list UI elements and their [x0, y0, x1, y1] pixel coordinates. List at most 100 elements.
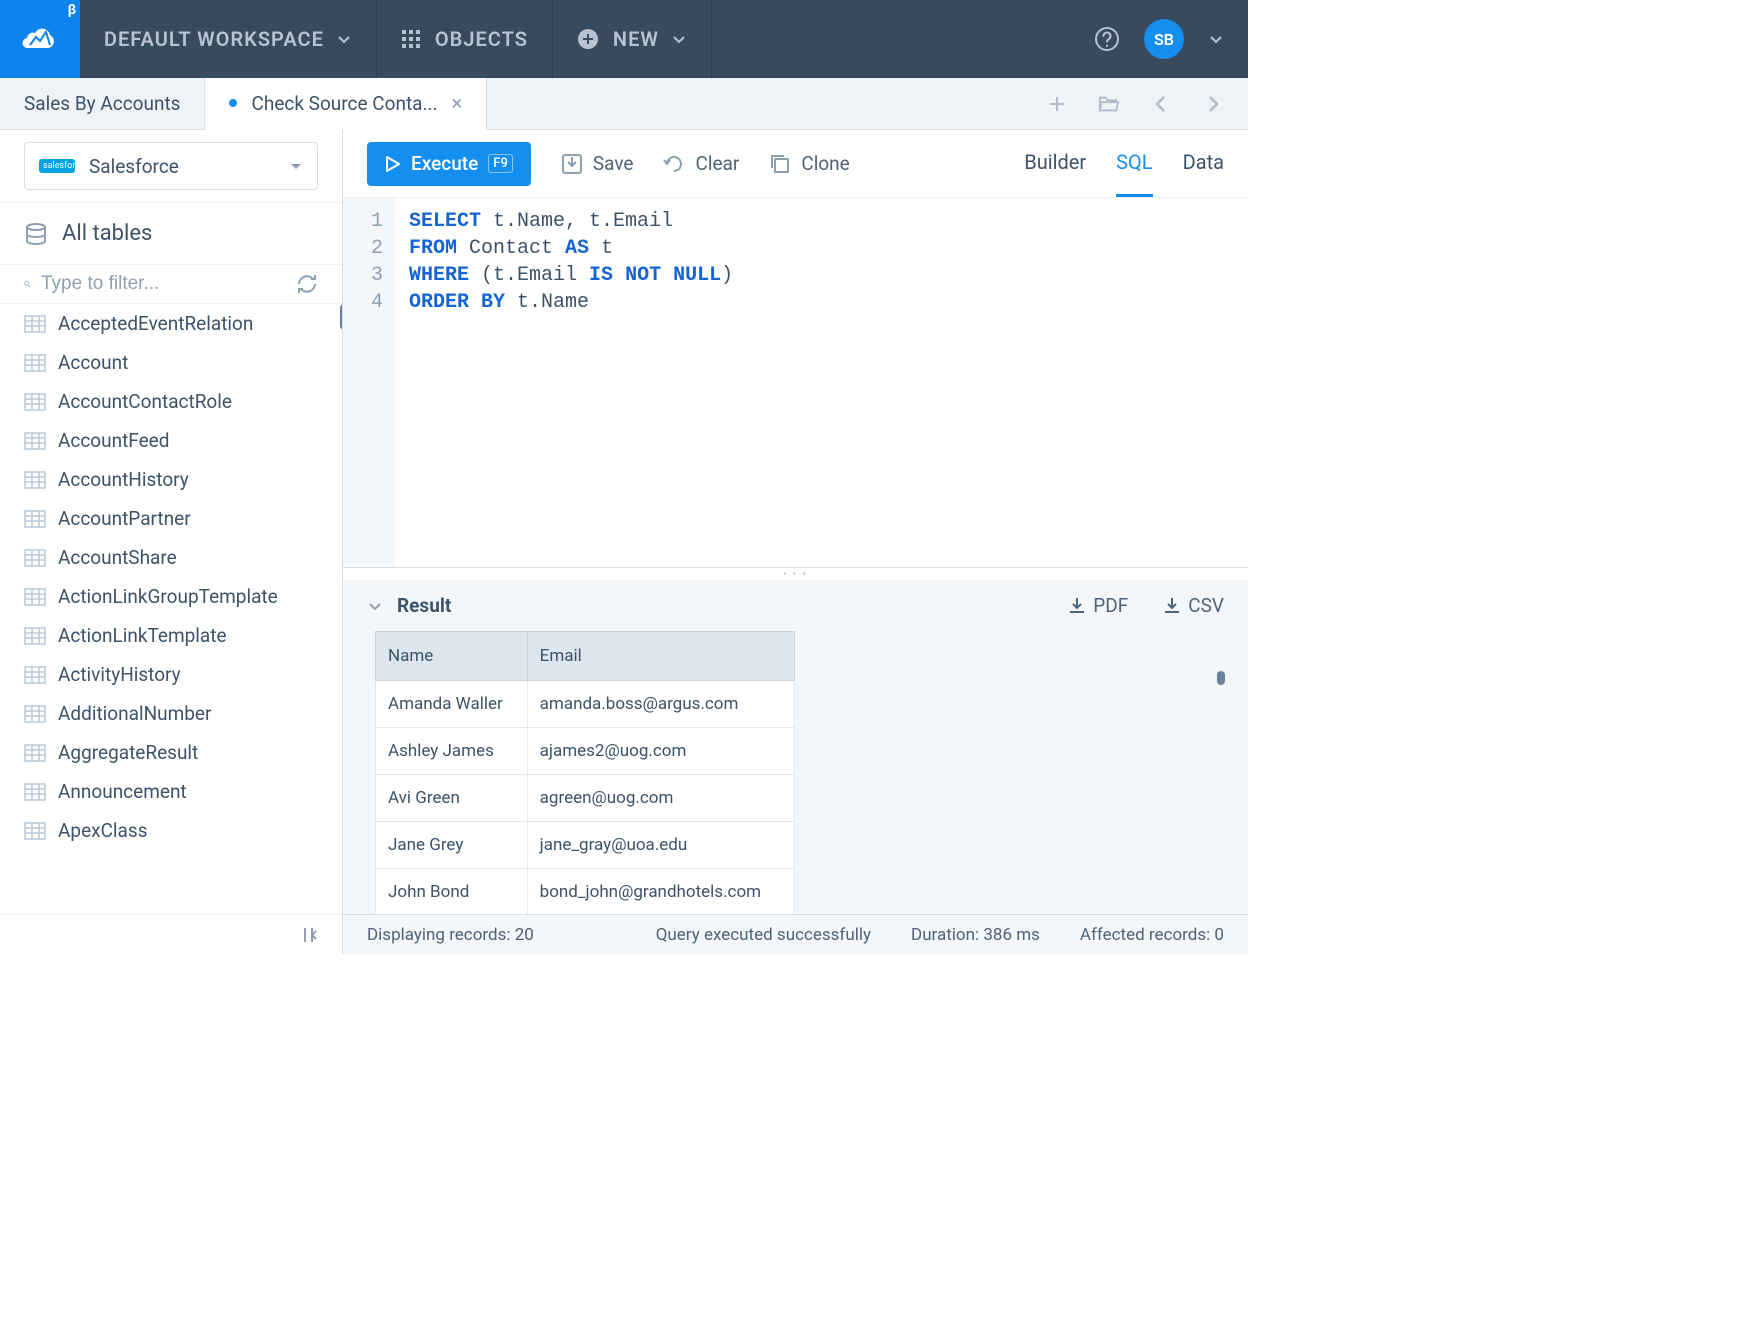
app-logo[interactable]: β: [0, 0, 80, 78]
all-tables-label: All tables: [62, 221, 152, 246]
table-cell[interactable]: Amanda Waller: [376, 681, 528, 728]
table-item[interactable]: Announcement: [0, 772, 342, 811]
table-icon: [24, 471, 46, 489]
status-bar: Displaying records: 20 Query executed su…: [343, 914, 1248, 954]
help-button[interactable]: [1094, 26, 1120, 52]
sidebar-collapse-button[interactable]: [0, 914, 342, 954]
table-item-label: AdditionalNumber: [58, 702, 211, 725]
table-filter-input[interactable]: [41, 273, 286, 295]
table-row[interactable]: Avi Greenagreen@uog.com: [376, 775, 795, 822]
open-folder-button[interactable]: [1098, 93, 1120, 115]
table-item[interactable]: AggregateResult: [0, 733, 342, 772]
mode-tab-sql[interactable]: SQL: [1116, 130, 1152, 197]
save-icon: [561, 153, 583, 175]
export-csv-button[interactable]: CSV: [1162, 594, 1224, 617]
clone-button[interactable]: Clone: [769, 152, 849, 175]
caret-down-icon: [289, 159, 303, 173]
help-icon: [1094, 26, 1120, 52]
tab-label: Check Source Conta...: [251, 92, 437, 115]
export-pdf-button[interactable]: PDF: [1067, 594, 1128, 617]
table-item[interactable]: ActionLinkGroupTemplate: [0, 577, 342, 616]
table-cell[interactable]: Jane Grey: [376, 822, 528, 869]
next-tab-button[interactable]: [1202, 93, 1224, 115]
table-cell[interactable]: ajames2@uog.com: [527, 728, 794, 775]
table-item[interactable]: ActivityHistory: [0, 655, 342, 694]
objects-button[interactable]: OBJECTS: [377, 0, 553, 78]
table-item[interactable]: AccountPartner: [0, 499, 342, 538]
table-item-label: ActivityHistory: [58, 663, 181, 686]
table-item-label: AccountContactRole: [58, 390, 232, 413]
clone-icon: [769, 153, 791, 175]
clear-button[interactable]: Clear: [663, 152, 739, 175]
export-pdf-label: PDF: [1093, 594, 1128, 617]
new-label: NEW: [613, 27, 659, 51]
execute-button[interactable]: Execute F9: [367, 142, 531, 186]
refresh-button[interactable]: [296, 273, 318, 295]
document-tab[interactable]: Sales By Accounts: [0, 78, 205, 129]
table-item-label: ActionLinkGroupTemplate: [58, 585, 278, 608]
result-panel: Result PDF CSV NameEmailAmanda Wallerama…: [343, 580, 1248, 954]
table-item[interactable]: AdditionalNumber: [0, 694, 342, 733]
column-header[interactable]: Email: [527, 632, 794, 681]
save-button[interactable]: Save: [561, 152, 634, 175]
table-item[interactable]: AcceptedEventRelation: [0, 304, 342, 343]
editor-code[interactable]: SELECT t.Name, t.Email FROM Contact AS t…: [395, 198, 1248, 567]
table-list[interactable]: AcceptedEventRelationAccount AccountConta…: [0, 304, 342, 914]
status-success: Query executed successfully: [656, 925, 871, 945]
all-tables-header[interactable]: All tables: [0, 203, 342, 264]
new-tab-button[interactable]: [1046, 93, 1068, 115]
table-icon: [24, 627, 46, 645]
plus-circle-icon: [577, 28, 599, 50]
table-icon: [24, 744, 46, 762]
main-panel: Execute F9 Save Clear Clone Builder SQL …: [343, 130, 1248, 954]
workspace-selector[interactable]: DEFAULT WORKSPACE: [80, 0, 377, 78]
table-item[interactable]: AccountFeed: [0, 421, 342, 460]
column-header[interactable]: Name: [376, 632, 528, 681]
table-cell[interactable]: jane_gray@uoa.edu: [527, 822, 794, 869]
mode-tab-data[interactable]: Data: [1183, 130, 1224, 197]
connection-selector[interactable]: salesforce Salesforce: [24, 142, 318, 190]
table-item[interactable]: ActionLinkTemplate: [0, 616, 342, 655]
chevron-down-icon[interactable]: [1208, 31, 1224, 47]
panel-resize-handle[interactable]: • • •: [343, 568, 1248, 580]
table-row[interactable]: John Bondbond_john@grandhotels.com: [376, 869, 795, 915]
table-cell[interactable]: Avi Green: [376, 775, 528, 822]
table-cell[interactable]: bond_john@grandhotels.com: [527, 869, 794, 915]
table-item[interactable]: AccountShare: [0, 538, 342, 577]
table-cell[interactable]: John Bond: [376, 869, 528, 915]
scrollbar-thumb[interactable]: [1217, 671, 1225, 685]
table-item[interactable]: AccountContactRole: [0, 382, 342, 421]
table-item-label: AccountFeed: [58, 429, 169, 452]
table-icon: [24, 315, 46, 333]
table-item[interactable]: Account: [0, 343, 342, 382]
chevron-down-icon[interactable]: [367, 598, 383, 614]
avatar[interactable]: SB: [1144, 19, 1184, 59]
table-icon: [24, 705, 46, 723]
table-cell[interactable]: agreen@uog.com: [527, 775, 794, 822]
sql-editor[interactable]: 1234 SELECT t.Name, t.Email FROM Contact…: [343, 198, 1248, 568]
tab-label: Sales By Accounts: [24, 92, 180, 115]
table-cell[interactable]: Ashley James: [376, 728, 528, 775]
mode-tab-builder[interactable]: Builder: [1024, 130, 1086, 197]
table-cell[interactable]: amanda.boss@argus.com: [527, 681, 794, 728]
prev-tab-button[interactable]: [1150, 93, 1172, 115]
undo-icon: [663, 153, 685, 175]
table-row[interactable]: Jane Greyjane_gray@uoa.edu: [376, 822, 795, 869]
table-item-label: AccountHistory: [58, 468, 189, 491]
table-icon: [24, 510, 46, 528]
table-item[interactable]: ApexClass: [0, 811, 342, 850]
scrollbar-thumb[interactable]: [340, 304, 342, 330]
refresh-icon: [296, 273, 318, 295]
salesforce-icon: salesforce: [39, 159, 75, 173]
new-button[interactable]: NEW: [553, 0, 712, 78]
result-table[interactable]: NameEmailAmanda Walleramanda.boss@argus.…: [375, 631, 795, 914]
table-item[interactable]: AccountHistory: [0, 460, 342, 499]
close-tab-button[interactable]: ×: [452, 91, 463, 115]
table-row[interactable]: Ashley Jamesajames2@uog.com: [376, 728, 795, 775]
table-icon: [24, 549, 46, 567]
table-icon: [24, 393, 46, 411]
plus-icon: [1047, 94, 1067, 114]
document-tab[interactable]: Check Source Conta... ×: [205, 78, 487, 130]
table-row[interactable]: Amanda Walleramanda.boss@argus.com: [376, 681, 795, 728]
table-item-label: AggregateResult: [58, 741, 198, 764]
